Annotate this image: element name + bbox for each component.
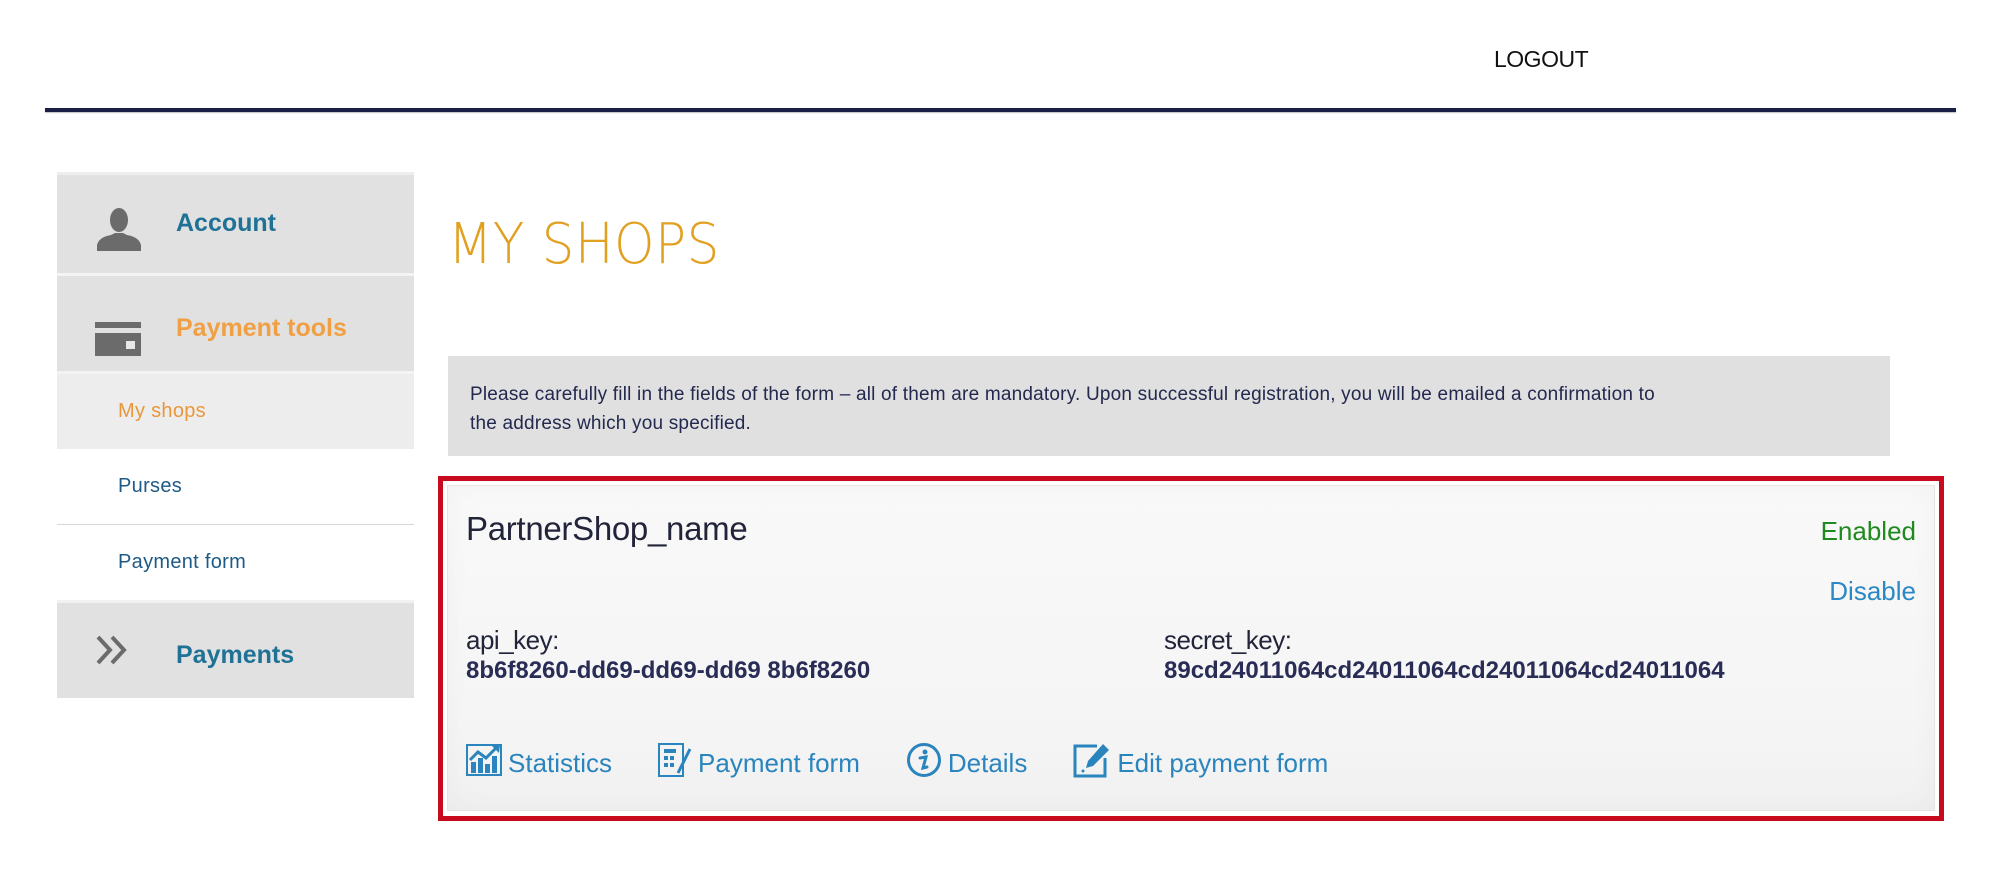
page-title: MY SHOPS <box>448 212 720 277</box>
chart-icon <box>466 744 508 783</box>
secret-key-block: secret_key: 89cd24011064cd24011064cd2401… <box>1164 624 1725 686</box>
payment-form-label: Payment form <box>698 748 860 778</box>
double-chevron-right-icon <box>95 633 129 672</box>
payment-form-link[interactable]: Payment form <box>658 743 860 784</box>
api-key-value: 8b6f8260-dd69-dd69-dd69 8b6f8260 <box>466 657 871 684</box>
statistics-label: Statistics <box>508 748 613 778</box>
user-icon <box>95 207 143 256</box>
info-notice: Please carefully fill in the fields of t… <box>448 356 1890 456</box>
info-icon <box>906 742 948 785</box>
sidebar-subitem-my-shops[interactable]: My shops <box>57 374 414 449</box>
info-text: Please carefully fill in the fields of t… <box>470 384 1655 434</box>
sidebar-item-payment-tools[interactable]: Payment tools <box>57 276 414 374</box>
edit-payment-form-link[interactable]: Edit payment form <box>1073 742 1328 785</box>
sidebar-subitem-label: Purses <box>118 475 183 497</box>
secret-key-label: secret_key: <box>1164 625 1292 655</box>
header-divider <box>45 108 1956 112</box>
sidebar: Account Payment tools My shops Purses Pa… <box>57 172 414 698</box>
edit-payment-form-label: Edit payment form <box>1117 748 1329 778</box>
shop-highlight-frame: PartnerShop_name Enabled Disable api_key… <box>438 476 1944 821</box>
sidebar-subitem-purses[interactable]: Purses <box>57 449 414 525</box>
api-key-block: api_key: 8b6f8260-dd69-dd69-dd69 8b6f826… <box>466 624 870 686</box>
form-icon <box>658 743 698 784</box>
logout-link[interactable]: LOGOUT <box>1494 46 1589 73</box>
secret-key-value: 89cd24011064cd24011064cd24011064cd240110… <box>1164 657 1725 684</box>
sidebar-item-label: Payment tools <box>176 314 347 342</box>
api-key-label: api_key: <box>466 625 559 655</box>
status-badge: Enabled <box>1820 516 1916 546</box>
sidebar-item-account[interactable]: Account <box>57 172 414 276</box>
sidebar-subitem-label: My shops <box>118 400 206 422</box>
shop-name: PartnerShop_name <box>466 510 748 547</box>
shop-actions: Statistics Payment form Details Edit pay… <box>466 742 1374 785</box>
statistics-link[interactable]: Statistics <box>466 744 612 783</box>
sidebar-subitem-label: Payment form <box>118 551 247 573</box>
disable-link[interactable]: Disable <box>1829 576 1916 607</box>
sidebar-item-label: Payments <box>176 641 295 669</box>
shop-card: PartnerShop_name Enabled Disable api_key… <box>447 485 1935 811</box>
edit-icon <box>1073 742 1117 785</box>
sidebar-item-payments[interactable]: Payments <box>57 603 414 698</box>
details-link[interactable]: Details <box>906 742 1027 785</box>
sidebar-item-label: Account <box>176 209 276 237</box>
sidebar-subitem-payment-form[interactable]: Payment form <box>57 525 414 603</box>
header: LOGOUT <box>0 0 2004 112</box>
credit-card-icon <box>95 322 141 361</box>
details-label: Details <box>947 748 1028 778</box>
